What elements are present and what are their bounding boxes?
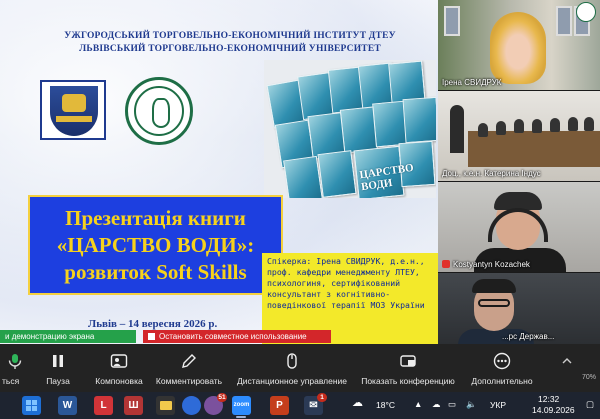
active-app-indicator xyxy=(236,416,246,418)
tray-expand-icon[interactable]: ▲ xyxy=(414,399,422,409)
weather-temp[interactable]: 18°C xyxy=(376,400,395,410)
meeting-controls-toolbar: ться Пауза Компоновка Комментировать Дис… xyxy=(0,344,600,392)
audio-button[interactable]: ться xyxy=(0,344,30,392)
participant-name-1: Ірена СВИДРУК xyxy=(442,78,502,87)
pause-share-label: Пауза xyxy=(46,376,70,386)
show-meeting-button[interactable]: Показать конференцию xyxy=(354,344,462,392)
shared-slide: УЖГОРОДСЬКИЙ ТОРГОВЕЛЬНО-ЕКОНОМІЧНИЙ ІНС… xyxy=(0,0,438,344)
presentation-title-line-3: розвиток Soft Skills xyxy=(64,259,247,284)
participant-name-4: ...рс Держав... xyxy=(502,332,555,341)
clock-time[interactable]: 12:32 xyxy=(538,394,559,404)
screen-sharing-banner: и демонстрацию экрана xyxy=(0,330,136,343)
volume-icon[interactable]: 🔈 xyxy=(466,399,477,410)
layout-icon xyxy=(110,354,128,368)
university-emblem-mini xyxy=(576,2,596,22)
participant-video-1 xyxy=(490,12,546,84)
viber-badge: 51 xyxy=(217,393,227,402)
audio-button-label: ться xyxy=(2,376,20,386)
weather-cloud-icon[interactable]: ☁ xyxy=(352,396,363,409)
red-app-icon[interactable]: Ш xyxy=(124,396,143,415)
book-stack-photo: ЦАРСТВО ВОДИ xyxy=(264,60,436,198)
video-tile-3[interactable]: Kostyantyn Kozachek xyxy=(438,182,600,272)
remote-control-label: Дистанционное управление xyxy=(236,376,347,386)
annotate-button[interactable]: Комментировать xyxy=(152,344,226,392)
mic-icon xyxy=(8,354,22,369)
yellow-folder-icon[interactable] xyxy=(156,396,175,415)
layout-button-label: Компоновка xyxy=(95,376,143,386)
notifications-icon[interactable]: ▢ xyxy=(586,399,594,410)
stop-icon xyxy=(148,333,155,340)
slide-header: УЖГОРОДСЬКИЙ ТОРГОВЕЛЬНО-ЕКОНОМІЧНИЙ ІНС… xyxy=(30,30,430,56)
show-meeting-icon xyxy=(400,355,416,367)
video-tile-1[interactable]: Ірена СВИДРУК xyxy=(438,0,600,90)
video-tile-2[interactable]: Доц., к.е.н. Катерина Індус xyxy=(438,91,600,181)
participant-name-2: Доц., к.е.н. Катерина Індус xyxy=(442,169,541,178)
more-button-label: Дополнительно xyxy=(471,376,533,386)
glasses xyxy=(478,299,510,307)
pause-share-button[interactable]: Пауза xyxy=(36,344,80,392)
standing-person xyxy=(450,105,464,153)
windows-taskbar: W L Ш 51 zoom P ✉ 1 ☁ 18°C ▲ ☁ ▭ 🔈 УКР 1… xyxy=(0,392,600,419)
annotate-button-label: Комментировать xyxy=(155,376,223,386)
mail-badge: 1 xyxy=(317,393,327,402)
presentation-title-line-2: «ЦАРСТВО ВОДИ»: xyxy=(56,232,255,257)
classroom-desks xyxy=(468,131,600,167)
participant-name-3-text: Kostyantyn Kozachek xyxy=(453,260,530,269)
viber-icon[interactable]: 51 xyxy=(204,393,227,415)
institute-name: УЖГОРОДСЬКИЙ ТОРГОВЕЛЬНО-ЕКОНОМІЧНИЙ ІНС… xyxy=(64,31,396,41)
stop-sharing-label: Остановить совместное использование xyxy=(159,332,307,341)
presentation-title-box: Презентація книги «ЦАРСТВО ВОДИ»: розвит… xyxy=(28,195,283,295)
powerpoint-icon[interactable]: P xyxy=(270,396,289,415)
institute-logo xyxy=(40,80,106,140)
mic-muted-icon xyxy=(442,260,450,268)
stop-sharing-button[interactable]: Остановить совместное использование xyxy=(143,330,331,343)
clock-date[interactable]: 14.09.2026 xyxy=(532,405,575,415)
cloud-sync-icon[interactable]: ☁ xyxy=(432,399,441,410)
event-date: Львів – 14 вересня 2026 р. xyxy=(88,318,218,330)
pause-icon xyxy=(53,355,63,367)
screen-sharing-label: и демонстрацию экрана xyxy=(5,332,95,341)
more-icon xyxy=(493,352,511,370)
participant-name-3: Kostyantyn Kozachek xyxy=(442,260,530,269)
presentation-title-line-1: Презентація книги xyxy=(65,205,246,230)
chrome-icon[interactable] xyxy=(182,396,201,415)
zoom-screen-share-window: УЖГОРОДСЬКИЙ ТОРГОВЕЛЬНО-ЕКОНОМІЧНИЙ ІНС… xyxy=(0,0,600,419)
annotate-icon xyxy=(182,354,196,368)
more-button[interactable]: Дополнительно xyxy=(462,344,542,392)
l-app-icon[interactable]: L xyxy=(94,396,113,415)
word-app-icon[interactable]: W xyxy=(58,396,77,415)
mail-icon[interactable]: ✉ 1 xyxy=(304,393,327,415)
input-language[interactable]: УКР xyxy=(490,400,506,410)
remote-control-button[interactable]: Дистанционное управление xyxy=(230,344,354,392)
zoom-app-icon[interactable]: zoom xyxy=(232,396,251,415)
university-emblem xyxy=(125,77,193,145)
network-icon[interactable]: ▭ xyxy=(448,399,456,410)
university-name: ЛЬВІВСЬКИЙ ТОРГОВЕЛЬНО-ЕКОНОМІЧНИЙ УНІВЕ… xyxy=(79,44,381,54)
video-tile-4[interactable]: ...рс Держав... xyxy=(438,273,600,344)
zoom-percent: 70% xyxy=(581,374,596,381)
layout-button[interactable]: Компоновка xyxy=(88,344,150,392)
show-meeting-label: Показать конференцию xyxy=(361,376,455,386)
windows-start-icon[interactable] xyxy=(22,396,41,415)
mouse-icon xyxy=(287,353,297,369)
chevron-up-icon[interactable] xyxy=(560,354,574,368)
